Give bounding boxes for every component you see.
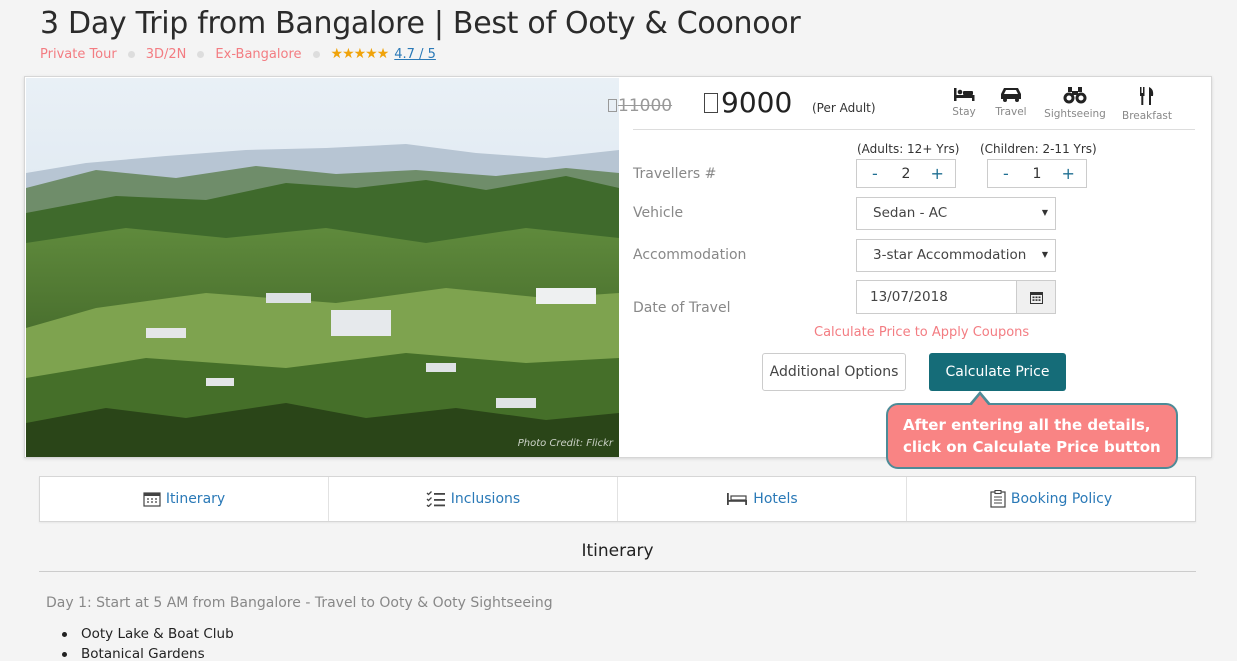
page-title: 3 Day Trip from Bangalore | Best of Ooty…: [40, 6, 801, 41]
date-value: 13/07/2018: [870, 289, 948, 305]
hill-landscape-image: [26, 78, 619, 457]
tab-inclusions[interactable]: Inclusions: [329, 477, 618, 521]
help-callout: After entering all the details, click on…: [886, 391, 1178, 469]
tab-hotels[interactable]: Hotels: [618, 477, 907, 521]
callout-line-1: After entering all the details,: [903, 416, 1151, 434]
separator-dot: [197, 50, 205, 58]
discounted-price: 9000: [704, 86, 792, 119]
tab-itinerary[interactable]: Itinerary: [40, 477, 329, 521]
feature-stay-label: Stay: [952, 106, 976, 118]
dropdown-caret-icon: ▼: [1041, 208, 1048, 217]
vehicle-select[interactable]: Sedan - AC ▼: [856, 197, 1056, 230]
date-label: Date of Travel: [633, 300, 731, 316]
cutlery-icon: [1140, 87, 1154, 105]
itinerary-heading: Itinerary: [581, 541, 654, 561]
feature-sightseeing-label: Sightseeing: [1044, 108, 1106, 120]
tag-origin: Ex-Bangalore: [215, 46, 302, 62]
feature-breakfast: Breakfast: [1120, 86, 1174, 122]
price-divider: [633, 129, 1195, 130]
destination-photo: Photo Credit: Flickr: [26, 78, 619, 457]
feature-breakfast-label: Breakfast: [1122, 110, 1172, 122]
calendar-icon: [1029, 291, 1043, 304]
rating-link[interactable]: 4.7 / 5: [394, 47, 436, 62]
date-input[interactable]: 13/07/2018: [856, 280, 1056, 314]
document-icon: [990, 490, 1006, 508]
day-1-title: Day 1: Start at 5 AM from Bangalore - Tr…: [46, 595, 553, 611]
accommodation-selected-value: 3-star Accommodation: [873, 247, 1027, 263]
adults-decrement-button[interactable]: -: [866, 164, 884, 183]
tag-private-tour: Private Tour: [40, 46, 117, 62]
vehicle-label: Vehicle: [633, 205, 684, 221]
star-rating-icon: ★★★★★: [330, 46, 390, 62]
callout-arrow-fill: [971, 395, 989, 406]
tag-duration: 3D/2N: [145, 46, 187, 62]
adults-stepper: - 2 +: [856, 159, 956, 188]
tab-booking-policy-label: Booking Policy: [1010, 491, 1113, 507]
accommodation-label: Accommodation: [633, 247, 747, 263]
additional-options-button[interactable]: Additional Options: [762, 353, 906, 391]
rupee-icon: [608, 99, 617, 112]
trip-meta: Private Tour 3D/2N Ex-Bangalore ★★★★★ 4.…: [40, 46, 436, 62]
original-price-value: 11000: [618, 96, 673, 116]
list-item: Ooty Lake & Boat Club: [62, 624, 234, 644]
discounted-price-value: 9000: [721, 86, 793, 119]
adults-age-label: (Adults: 12+ Yrs): [857, 142, 960, 156]
detail-tabs: Itinerary Inclusions Hotels Booking Poli…: [39, 476, 1196, 522]
tab-hotels-label: Hotels: [753, 491, 798, 507]
calendar-button[interactable]: [1016, 281, 1055, 313]
travellers-label: Travellers #: [633, 166, 717, 182]
day-1-list: Ooty Lake & Boat Club Botanical Gardens: [62, 624, 234, 661]
binoculars-icon: [1063, 87, 1087, 104]
price-unit: (Per Adult): [812, 101, 876, 115]
feature-travel: Travel: [994, 86, 1028, 118]
children-stepper: - 1 +: [987, 159, 1087, 188]
calculate-price-button[interactable]: Calculate Price: [929, 353, 1066, 391]
children-age-label: (Children: 2-11 Yrs): [980, 142, 1097, 156]
children-decrement-button[interactable]: -: [997, 164, 1015, 183]
list-item: Botanical Gardens: [62, 644, 234, 661]
adults-increment-button[interactable]: +: [928, 164, 946, 183]
itinerary-divider: [39, 571, 1196, 572]
children-increment-button[interactable]: +: [1059, 164, 1077, 183]
car-icon: [1001, 88, 1021, 102]
bed-icon: [727, 493, 748, 505]
children-count: 1: [1032, 165, 1042, 182]
tab-inclusions-label: Inclusions: [450, 491, 521, 507]
separator-dot: [127, 50, 135, 58]
tab-booking-policy[interactable]: Booking Policy: [907, 477, 1195, 521]
vehicle-selected-value: Sedan - AC: [873, 205, 948, 221]
callout-line-2: click on Calculate Price button: [903, 438, 1161, 456]
adults-count: 2: [901, 165, 911, 182]
original-price: 11000: [608, 96, 672, 116]
accommodation-select[interactable]: 3-star Accommodation ▼: [856, 239, 1056, 272]
coupon-note: Calculate Price to Apply Coupons: [814, 325, 1030, 340]
tab-itinerary-label: Itinerary: [165, 491, 226, 507]
checklist-icon: [426, 491, 445, 507]
feature-sightseeing: Sightseeing: [1043, 86, 1107, 120]
itinerary-calendar-icon: [143, 492, 161, 507]
separator-dot: [312, 50, 320, 58]
photo-credit: Photo Credit: Flickr: [517, 438, 613, 449]
feature-stay: Stay: [952, 86, 976, 118]
bed-icon: [954, 88, 975, 101]
rupee-icon: [704, 93, 718, 113]
dropdown-caret-icon: ▼: [1041, 250, 1048, 259]
feature-travel-label: Travel: [995, 106, 1027, 118]
